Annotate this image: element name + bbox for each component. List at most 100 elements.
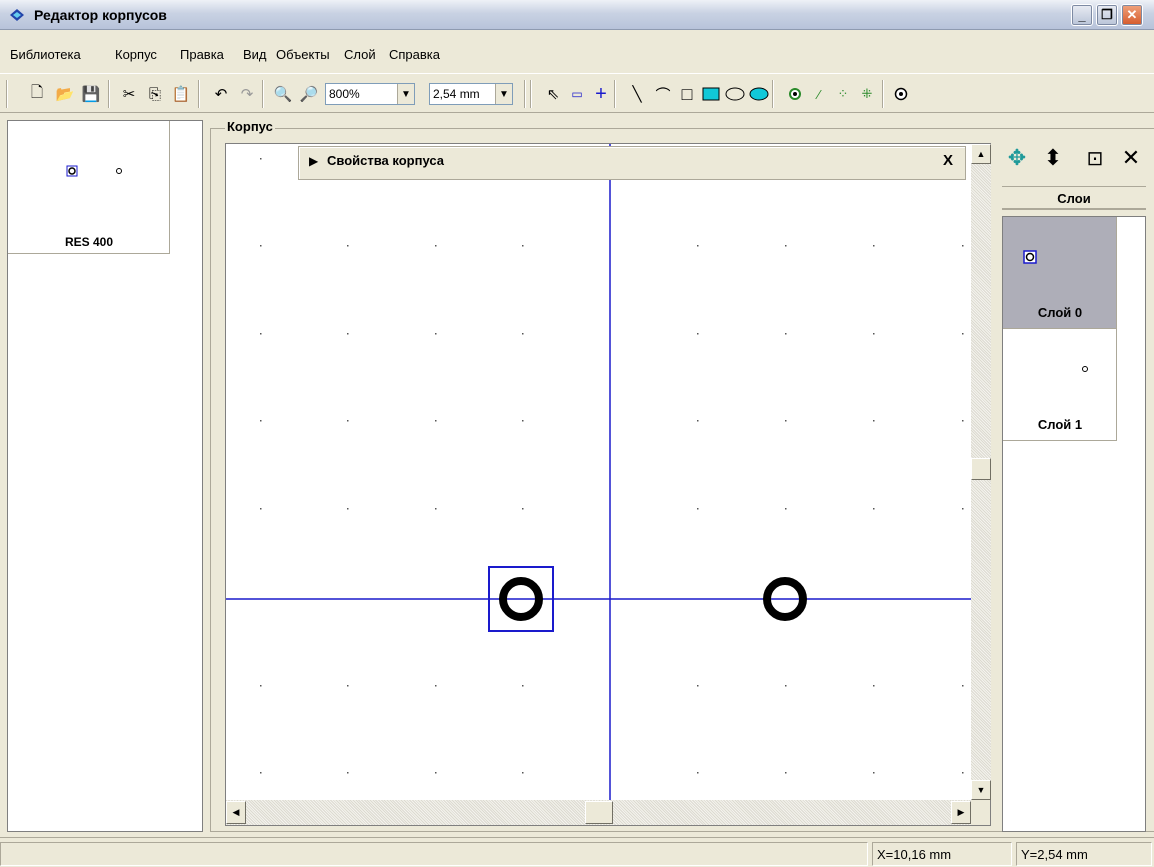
- scroll-left-button[interactable]: ◀: [226, 801, 246, 824]
- pad-circle-tool-button[interactable]: ⁜: [856, 83, 878, 105]
- library-item-name: RES 400: [64, 235, 114, 249]
- vertical-scrollbar[interactable]: ▲ ▼: [971, 144, 991, 800]
- copy-icon: ⎘: [148, 85, 161, 103]
- open-file-button[interactable]: 📂: [54, 83, 76, 105]
- chevron-down-icon[interactable]: ▼: [495, 84, 512, 104]
- text-tool-button[interactable]: ▭: [566, 83, 588, 105]
- menu-objects[interactable]: Объекты: [276, 47, 330, 62]
- move-up-down-icon[interactable]: ⬍: [1040, 145, 1066, 171]
- arc-icon: ⌒: [655, 86, 671, 104]
- minimize-button[interactable]: _: [1071, 4, 1093, 26]
- grid-dot: [260, 333, 262, 335]
- grid-dot: [785, 333, 787, 335]
- minimize-icon: _: [1078, 7, 1086, 23]
- drawing-canvas[interactable]: [226, 144, 971, 800]
- grid-dot: [962, 772, 964, 774]
- zoom-fit-button[interactable]: 🔎: [298, 83, 320, 105]
- grid-dot: [347, 333, 349, 335]
- filled-ellipse-tool-button[interactable]: [748, 83, 770, 105]
- save-button[interactable]: 💾: [80, 83, 102, 105]
- app-logo-icon: [10, 9, 24, 21]
- grid-dots: [260, 158, 964, 774]
- toolbar-separator: [614, 80, 616, 108]
- scroll-up-button[interactable]: ▲: [971, 144, 991, 164]
- menu-library[interactable]: Библиотека: [10, 47, 81, 62]
- pad-row-tool-button[interactable]: ⁄: [808, 83, 830, 105]
- pad-properties-button[interactable]: [890, 83, 912, 105]
- copy-button[interactable]: ⎘: [144, 83, 166, 105]
- package-properties-panel[interactable]: ▶ Свойства корпуса X: [298, 146, 966, 180]
- cut-button[interactable]: ✂: [118, 83, 140, 105]
- chevron-down-icon[interactable]: ▼: [397, 84, 414, 104]
- grid-dot: [522, 508, 524, 510]
- toolbar-separator: [198, 80, 200, 108]
- horizontal-scroll-thumb[interactable]: [585, 801, 613, 824]
- title-bar: Редактор корпусов _ ❐ ✕: [0, 0, 1154, 30]
- toolbar-grip: [530, 80, 532, 108]
- select-tool-button[interactable]: ⇖: [542, 83, 564, 105]
- new-file-button[interactable]: 🗋: [26, 83, 48, 105]
- layers-list: Слой 0 Слой 1: [1002, 216, 1146, 832]
- new-file-icon: 🗋: [30, 83, 44, 101]
- layer-item-1[interactable]: Слой 1: [1003, 329, 1117, 441]
- status-x-coordinate: X=10,16 mm: [872, 842, 1012, 866]
- status-y-coordinate: Y=2,54 mm: [1016, 842, 1152, 866]
- grid-size-select[interactable]: 2,54 mm ▼: [429, 83, 513, 105]
- origin-tool-button[interactable]: +: [590, 83, 612, 105]
- undo-button[interactable]: ↶: [210, 83, 232, 105]
- close-properties-button[interactable]: X: [943, 152, 953, 169]
- grid-dot: [435, 245, 437, 247]
- grid-size-value: 2,54 mm: [433, 87, 480, 101]
- grid-dot: [873, 333, 875, 335]
- library-item[interactable]: RES 400: [8, 121, 170, 254]
- cursor-arrow-icon: ⇖: [546, 86, 560, 103]
- delete-layer-icon[interactable]: ✕: [1118, 145, 1144, 171]
- expand-arrow-icon[interactable]: ▶: [309, 154, 318, 168]
- grid-dot: [785, 420, 787, 422]
- menu-edit[interactable]: Правка: [180, 47, 224, 62]
- package-group-label: Корпус: [225, 119, 275, 134]
- paste-button[interactable]: 📋: [170, 83, 192, 105]
- fit-selection-icon[interactable]: ⊡: [1082, 145, 1108, 171]
- canvas-grid: [226, 144, 971, 800]
- menu-help[interactable]: Справка: [389, 47, 440, 62]
- line-icon: ╲: [632, 86, 642, 103]
- grid-dot: [260, 772, 262, 774]
- crosshair-plus-icon: +: [595, 82, 607, 105]
- close-window-button[interactable]: ✕: [1121, 4, 1143, 26]
- menu-layer[interactable]: Слой: [344, 47, 376, 62]
- menu-bar: Библиотека Корпус Правка Вид Объекты Сло…: [0, 44, 1154, 66]
- menu-package[interactable]: Корпус: [115, 47, 157, 62]
- pad-row-icon: ⁄: [817, 86, 821, 102]
- filled-rectangle-tool-button[interactable]: [700, 83, 722, 105]
- move-icon[interactable]: ✥: [1004, 145, 1030, 171]
- pad-array-tool-button[interactable]: ⁘: [832, 83, 854, 105]
- scroll-down-button[interactable]: ▼: [971, 780, 991, 800]
- arc-tool-button[interactable]: ⌒: [652, 83, 674, 105]
- ellipse-tool-button[interactable]: [724, 83, 746, 105]
- pad-tool-button[interactable]: [784, 83, 806, 105]
- close-icon: ✕: [1126, 7, 1138, 22]
- rectangle-tool-button[interactable]: □: [676, 83, 698, 105]
- pad-properties-icon: [894, 87, 908, 101]
- vertical-scroll-thumb[interactable]: [971, 458, 991, 480]
- zoom-in-button[interactable]: 🔍: [272, 83, 294, 105]
- line-tool-button[interactable]: ╲: [626, 83, 648, 105]
- scroll-right-button[interactable]: ▶: [951, 801, 971, 824]
- menu-view[interactable]: Вид: [243, 47, 267, 62]
- horizontal-scrollbar[interactable]: ◀ ▶: [226, 800, 971, 825]
- grid-dot: [962, 333, 964, 335]
- redo-icon: ↷: [240, 86, 254, 103]
- zoom-in-icon: 🔍: [273, 86, 293, 103]
- toolbar-separator: [108, 80, 110, 108]
- restore-button[interactable]: ❐: [1096, 4, 1118, 26]
- grid-dot: [962, 685, 964, 687]
- layer-item-0[interactable]: Слой 0: [1003, 217, 1117, 329]
- zoom-select[interactable]: 800% ▼: [325, 83, 415, 105]
- grid-dot: [347, 508, 349, 510]
- undo-icon: ↶: [214, 86, 228, 103]
- layer-name: Слой 1: [1037, 417, 1083, 432]
- redo-button[interactable]: ↷: [236, 83, 258, 105]
- filled-ellipse-icon: [749, 87, 769, 101]
- arrow-down-icon: ▼: [976, 785, 986, 795]
